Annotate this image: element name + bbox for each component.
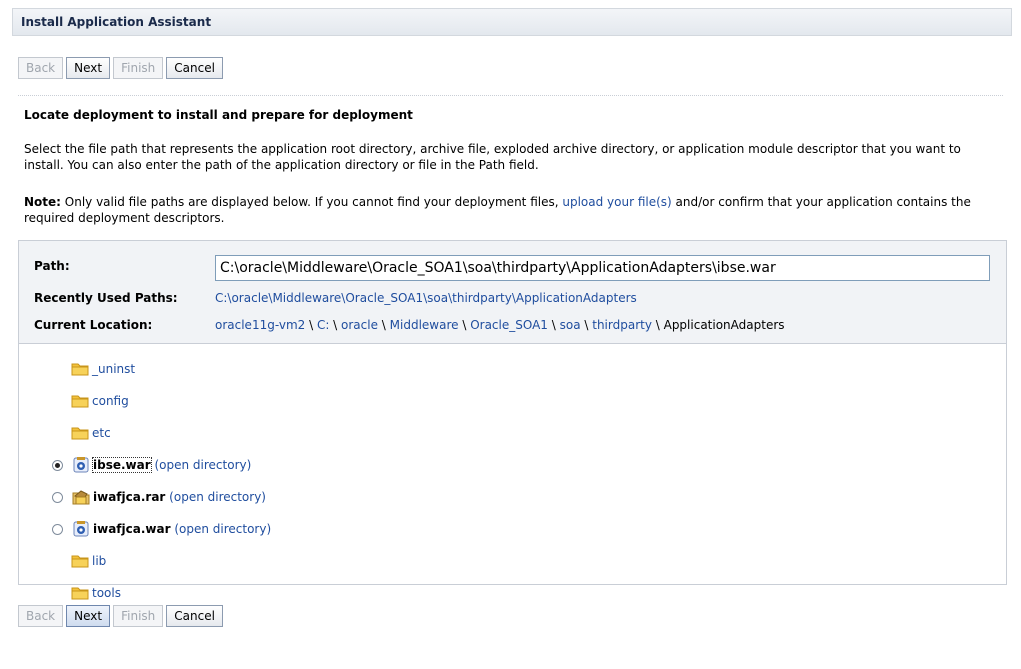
breadcrumb-separator: \	[329, 318, 342, 332]
folder-link[interactable]: tools	[92, 586, 121, 600]
intro-text: Select the file path that represents the…	[24, 142, 961, 172]
breadcrumb-item[interactable]: Oracle_SOA1	[470, 318, 548, 332]
note-label: Note:	[24, 195, 61, 209]
select-radio[interactable]	[52, 459, 63, 471]
recent-paths-label: Recently Used Paths:	[34, 291, 178, 305]
file-name[interactable]: iwafjca.war	[93, 522, 171, 536]
open-directory-link[interactable]: (open directory)	[174, 522, 271, 536]
path-header: Path: Recently Used Paths: C:\oracle\Mid…	[19, 241, 1006, 344]
open-directory-link[interactable]: (open directory)	[169, 490, 266, 504]
current-location-label: Current Location:	[34, 318, 153, 332]
breadcrumb-item[interactable]: oracle11g-vm2	[215, 318, 305, 332]
breadcrumb-separator: \	[305, 318, 317, 332]
path-label: Path:	[34, 259, 70, 273]
folder-link[interactable]: config	[92, 394, 129, 408]
back-button[interactable]: Back	[18, 57, 64, 79]
next-button[interactable]: Next	[66, 57, 111, 79]
folder-link[interactable]: lib	[92, 554, 106, 568]
finish-button[interactable]: Finish	[113, 605, 164, 627]
breadcrumb-item[interactable]: C:	[317, 318, 329, 332]
war-file-icon	[72, 456, 90, 474]
title-bar: Install Application Assistant	[12, 8, 1012, 36]
folder-link[interactable]: etc	[92, 426, 111, 440]
path-input[interactable]	[215, 255, 990, 281]
file-list-item[interactable]: etc	[71, 422, 111, 444]
breadcrumb-separator: \	[377, 318, 390, 332]
folder-icon	[71, 362, 89, 376]
file-list-item[interactable]: config	[71, 390, 129, 412]
breadcrumb-item[interactable]: soa	[560, 318, 581, 332]
breadcrumb-separator: \	[458, 318, 471, 332]
file-list-item[interactable]: tools	[71, 582, 121, 604]
recent-path-link[interactable]: C:\oracle\Middleware\Oracle_SOA1\soa\thi…	[215, 291, 637, 305]
next-button[interactable]: Next	[66, 605, 111, 627]
folder-link[interactable]: _uninst	[92, 362, 135, 376]
bottom-button-bar: Back Next Finish Cancel	[18, 605, 223, 627]
breadcrumb-item[interactable]: oracle	[341, 318, 378, 332]
file-name[interactable]: ibse.war	[92, 457, 152, 473]
breadcrumb-item[interactable]: thirdparty	[592, 318, 652, 332]
divider	[18, 95, 1003, 96]
file-list-item[interactable]: iwafjca.war (open directory)	[52, 518, 271, 540]
folder-icon	[71, 426, 89, 440]
cancel-button[interactable]: Cancel	[166, 57, 223, 79]
folder-icon	[71, 586, 89, 600]
file-list-item[interactable]: _uninst	[71, 358, 135, 380]
page-title: Install Application Assistant	[21, 15, 212, 29]
finish-button[interactable]: Finish	[113, 57, 164, 79]
open-directory-link[interactable]: (open directory)	[154, 458, 251, 472]
breadcrumb-item[interactable]: Middleware	[390, 318, 459, 332]
section-heading: Locate deployment to install and prepare…	[24, 108, 413, 122]
top-button-bar: Back Next Finish Cancel	[18, 57, 223, 79]
file-name[interactable]: iwafjca.rar	[93, 490, 165, 504]
upload-files-link[interactable]: upload your file(s)	[562, 195, 671, 209]
folder-icon	[71, 394, 89, 408]
select-radio[interactable]	[52, 523, 63, 535]
file-browser-panel: Path: Recently Used Paths: C:\oracle\Mid…	[18, 240, 1007, 600]
back-button[interactable]: Back	[18, 605, 64, 627]
breadcrumb: oracle11g-vm2 \ C: \ oracle \ Middleware…	[215, 318, 785, 332]
note-text-before: Only valid file paths are displayed belo…	[60, 195, 563, 209]
breadcrumb-separator: \	[580, 318, 593, 332]
cancel-button[interactable]: Cancel	[166, 605, 223, 627]
folder-icon	[71, 554, 89, 568]
select-radio[interactable]	[52, 491, 63, 503]
breadcrumb-separator: \	[651, 318, 664, 332]
note-text: Note: Only valid file paths are displaye…	[24, 194, 994, 226]
breadcrumb-current: ApplicationAdapters	[663, 318, 785, 332]
file-list-item[interactable]: ibse.war (open directory)	[52, 454, 251, 476]
archive-icon	[72, 488, 90, 506]
file-list-item[interactable]: lib	[71, 550, 106, 572]
war-file-icon	[72, 520, 90, 538]
breadcrumb-separator: \	[547, 318, 560, 332]
file-list-item[interactable]: iwafjca.rar (open directory)	[52, 486, 266, 508]
